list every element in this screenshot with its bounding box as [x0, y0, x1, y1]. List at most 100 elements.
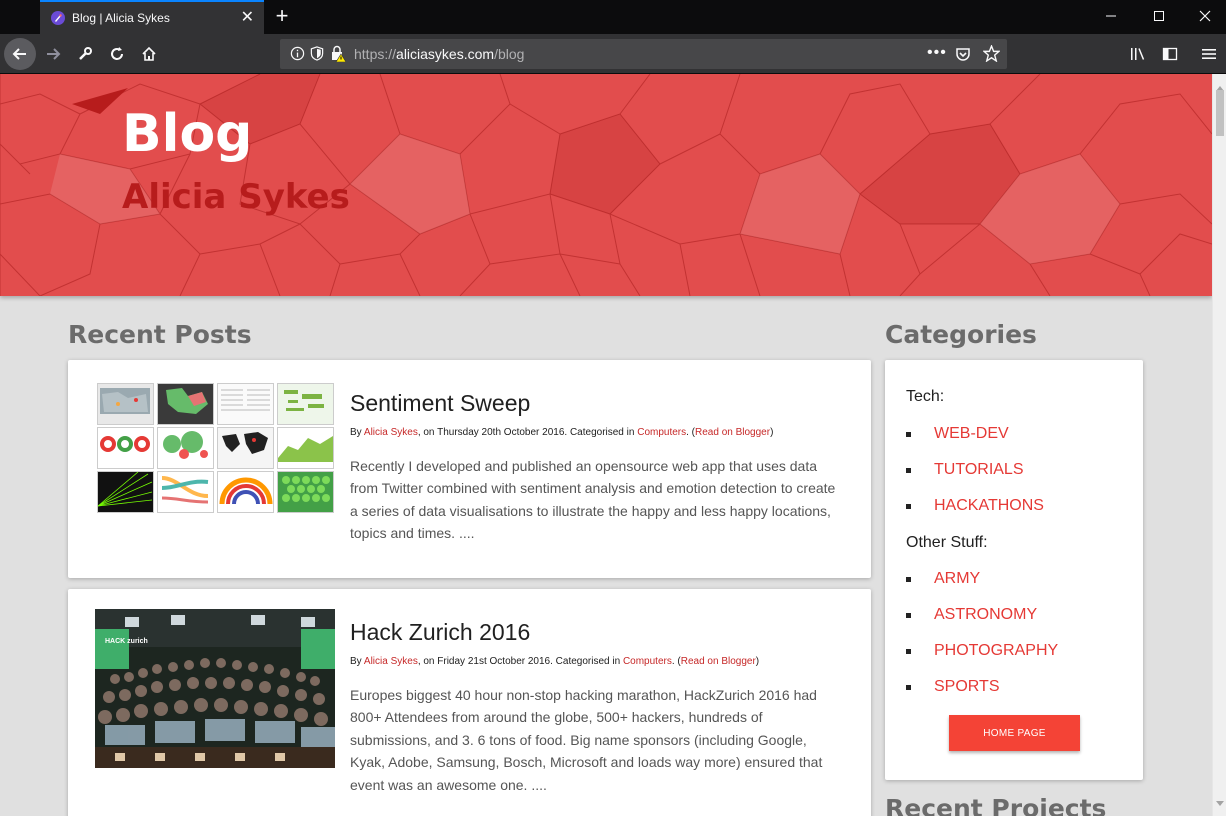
post-excerpt: Recently I developed and published an op…	[350, 458, 836, 542]
scroll-down-arrow-icon[interactable]	[1216, 794, 1224, 812]
home-page-button[interactable]: HOME PAGE	[949, 715, 1080, 751]
meta-sep: . (	[671, 656, 681, 667]
home-icon[interactable]	[133, 38, 165, 70]
photo-banner-text: HACK zurich	[105, 638, 148, 645]
meta-close: )	[770, 427, 774, 438]
category-item-sports[interactable]: SPORTS	[906, 676, 1000, 698]
category-item-photography[interactable]: PHOTOGRAPHY	[906, 640, 1058, 662]
url-bar[interactable]: https://aliciasykes.com/blog •••	[280, 39, 1007, 69]
pocket-icon[interactable]	[955, 46, 971, 67]
category-link[interactable]: Computers	[623, 656, 672, 667]
bullet	[906, 612, 911, 618]
post-card: HACK zurich Hack Zurich 2016 By Alicia S…	[68, 589, 871, 816]
bullet	[906, 576, 911, 582]
thumb-time-line	[277, 427, 334, 469]
category-link[interactable]: ARMY	[934, 570, 980, 588]
crowd-photo-image: HACK zurich	[95, 609, 335, 768]
category-item-tutorials[interactable]: TUTORIALS	[906, 459, 1024, 481]
bullet	[906, 503, 911, 509]
tab-title: Blog | Alicia Sykes	[72, 11, 170, 25]
info-icon[interactable]	[290, 46, 305, 66]
browser-toolbar: https://aliciasykes.com/blog •••	[0, 34, 1226, 74]
bullet	[906, 684, 911, 690]
thumb-regional-map	[157, 383, 214, 425]
author-link[interactable]: Alicia Sykes	[364, 427, 418, 438]
thumb-tone-analyzer	[217, 471, 274, 513]
post-card: Sentiment Sweep By Alicia Sykes, on Thur…	[68, 360, 871, 578]
thumb-entity-extraction	[157, 471, 214, 513]
meta-date: , on Thursday 20th October 2016. Categor…	[417, 427, 638, 438]
category-link[interactable]: TUTORIALS	[934, 461, 1024, 479]
category-link[interactable]: Computers	[637, 427, 686, 438]
meta-date: , on Friday 21st October 2016. Categoris…	[417, 656, 623, 667]
categories-card: Tech: WEB-DEV TUTORIALS HACKATHONS Other…	[885, 360, 1143, 780]
post-meta: By Alicia Sykes, on Friday 21st October …	[350, 656, 759, 667]
category-link[interactable]: PHOTOGRAPHY	[934, 642, 1058, 660]
maximize-icon[interactable]	[1134, 0, 1184, 32]
thumb-heat-map	[97, 383, 154, 425]
bullet	[906, 648, 911, 654]
hero-banner: Blog Alicia Sykes	[0, 74, 1212, 296]
url-scheme: https://	[354, 46, 397, 62]
post-photo[interactable]: HACK zurich	[95, 609, 335, 768]
thumb-comparison	[97, 427, 154, 469]
meta-sep: . (	[686, 427, 696, 438]
meta-close: )	[755, 656, 760, 667]
category-group-other: Other Stuff:	[906, 534, 988, 551]
url-host: aliciasykes.com	[396, 46, 495, 62]
browser-tab-active[interactable]: Blog | Alicia Sykes ✕	[40, 0, 264, 34]
category-link[interactable]: HACKATHONS	[934, 497, 1044, 515]
page-actions-more-icon[interactable]: •••	[927, 45, 947, 61]
wrench-icon[interactable]	[69, 38, 101, 70]
hero-subtitle: Alicia Sykes	[122, 177, 350, 217]
sidebar-toggle-icon[interactable]	[1154, 38, 1186, 70]
read-on-blogger-link[interactable]: Read on Blogger	[695, 427, 770, 438]
thumb-word-cloud	[277, 383, 334, 425]
scrollbar-thumb[interactable]	[1216, 90, 1224, 136]
categories-heading: Categories	[885, 320, 1037, 349]
thumb-trending-now	[157, 427, 214, 469]
insecure-lock-warning-icon[interactable]	[330, 45, 347, 67]
category-link[interactable]: ASTRONOMY	[934, 606, 1037, 624]
minimize-icon[interactable]	[1086, 0, 1136, 32]
category-group-tech: Tech:	[906, 388, 945, 405]
post-thumbnail-grid[interactable]	[97, 383, 335, 513]
category-item-web-dev[interactable]: WEB-DEV	[906, 423, 1009, 445]
thumb-sentiment-search	[277, 471, 334, 513]
thumb-the-world-now	[217, 427, 274, 469]
bookmark-star-icon[interactable]	[982, 44, 1001, 67]
read-on-blogger-link[interactable]: Read on Blogger	[681, 656, 756, 667]
tab-close-icon[interactable]: ✕	[241, 9, 254, 27]
window-close-icon[interactable]	[1180, 0, 1226, 32]
hero-title: Blog	[122, 104, 253, 164]
back-button-icon[interactable]	[4, 38, 36, 70]
bullet	[906, 431, 911, 437]
meta-by: By	[350, 427, 364, 438]
post-title[interactable]: Hack Zurich 2016	[350, 619, 530, 646]
post-meta: By Alicia Sykes, on Thursday 20th Octobe…	[350, 427, 773, 438]
meta-by: By	[350, 656, 364, 667]
page-viewport: Blog Alicia Sykes Recent Posts Sentiment…	[0, 74, 1212, 816]
category-item-hackathons[interactable]: HACKATHONS	[906, 495, 1044, 517]
category-item-army[interactable]: ARMY	[906, 568, 980, 590]
thumb-3d-globe	[97, 471, 154, 513]
tracking-shield-icon[interactable]	[310, 46, 324, 66]
category-link[interactable]: SPORTS	[934, 678, 1000, 696]
url-text: https://aliciasykes.com/blog	[354, 46, 524, 62]
rocket-favicon-icon	[50, 10, 66, 26]
browser-tab-strip: Blog | Alicia Sykes ✕ +	[0, 0, 1226, 34]
author-link[interactable]: Alicia Sykes	[364, 656, 418, 667]
new-tab-icon[interactable]: +	[270, 3, 294, 29]
thumb-raw-tweets	[217, 383, 274, 425]
page-scrollbar[interactable]	[1212, 74, 1226, 816]
category-item-astronomy[interactable]: ASTRONOMY	[906, 604, 1037, 626]
library-icon[interactable]	[1122, 38, 1154, 70]
post-title[interactable]: Sentiment Sweep	[350, 390, 530, 417]
category-link[interactable]: WEB-DEV	[934, 425, 1009, 443]
recent-projects-heading: Recent Projects	[885, 794, 1107, 816]
hamburger-menu-icon[interactable]	[1193, 38, 1225, 70]
url-path: /blog	[494, 46, 525, 62]
reload-icon[interactable]	[101, 38, 133, 70]
post-excerpt: Europes biggest 40 hour non-stop hacking…	[350, 687, 823, 793]
forward-button-icon[interactable]	[37, 38, 69, 70]
